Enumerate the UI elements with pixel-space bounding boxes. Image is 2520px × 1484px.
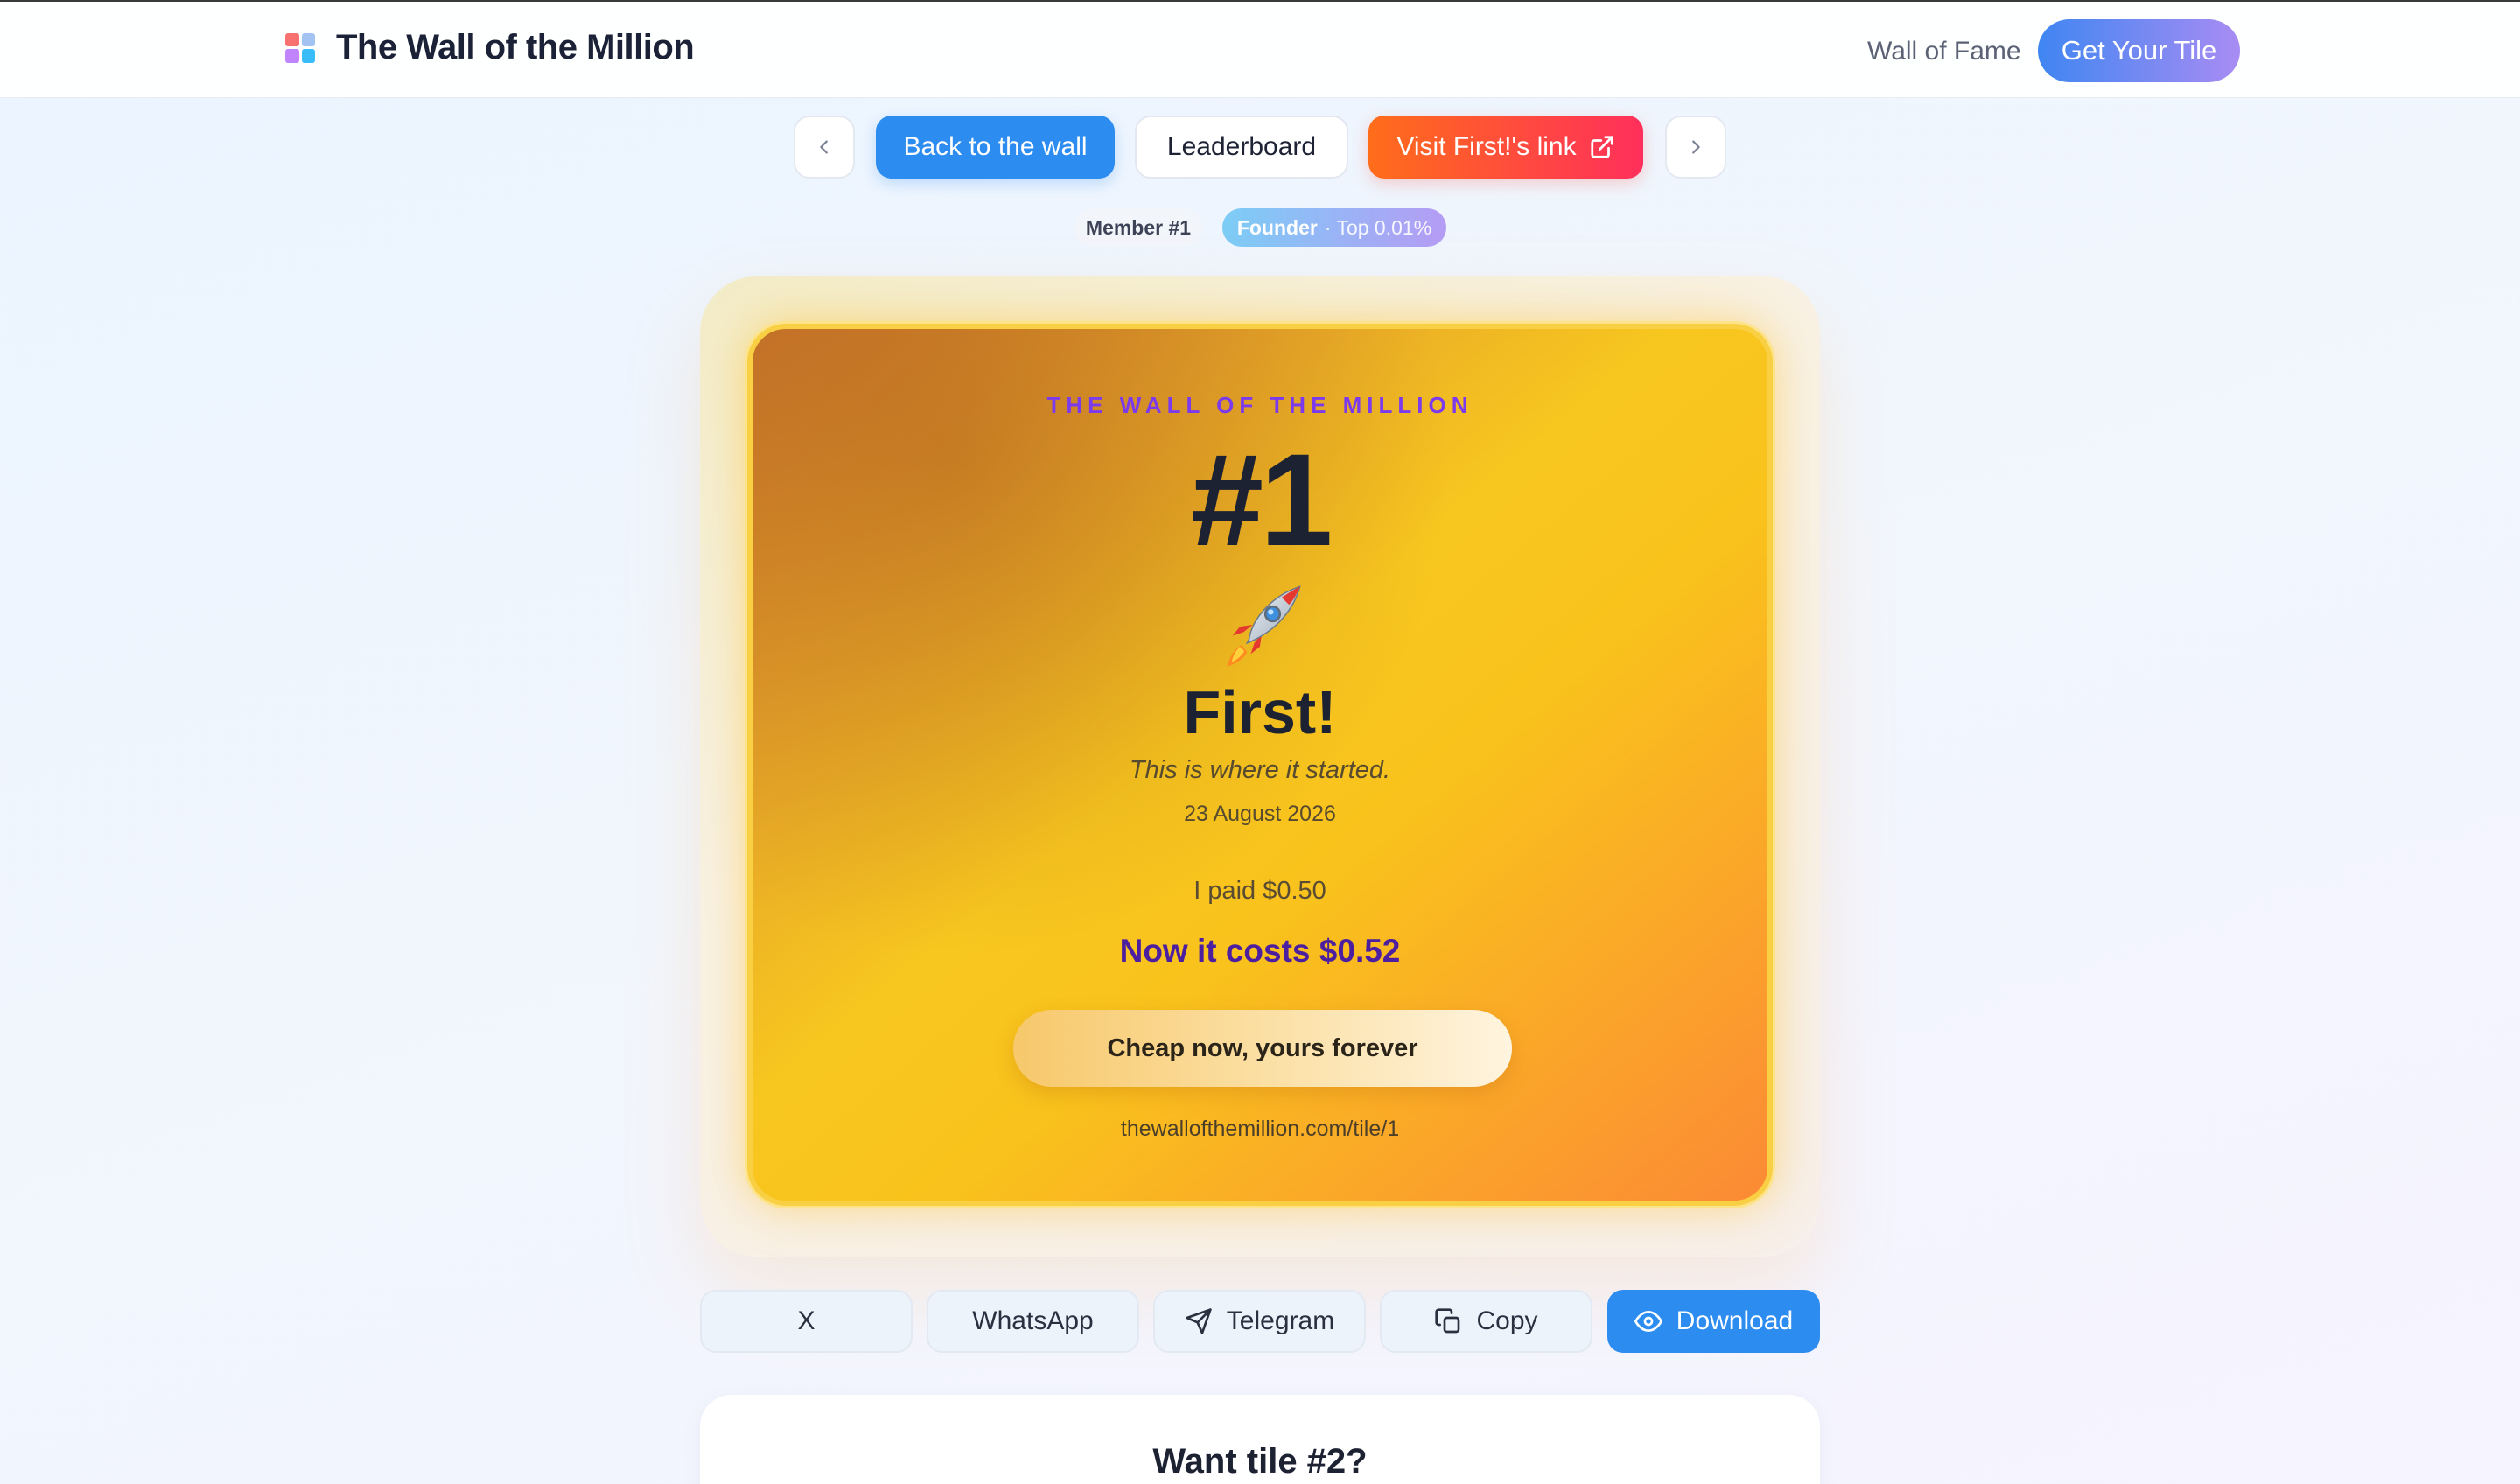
wall-of-fame-link[interactable]: Wall of Fame (1867, 37, 2021, 66)
share-telegram-button[interactable]: Telegram (1153, 1290, 1366, 1353)
download-label: Download (1676, 1306, 1794, 1335)
share-whatsapp-button[interactable]: WhatsApp (927, 1290, 1139, 1353)
back-to-wall-button[interactable]: Back to the wall (876, 116, 1115, 178)
get-your-tile-button[interactable]: Get Your Tile (2038, 19, 2240, 82)
rocket-icon (1227, 585, 1301, 667)
tile-date: 23 August 2026 (1184, 802, 1336, 826)
share-whatsapp-label: WhatsApp (972, 1306, 1094, 1335)
logo-icon (285, 32, 315, 63)
tile-paid-price: I paid $0.50 (1194, 877, 1326, 905)
next-tile-promo: Want tile #2? (700, 1395, 1820, 1484)
tile-tagline: This is where it started. (1129, 756, 1391, 784)
promo-title: Want tile #2? (1152, 1442, 1368, 1480)
tile-number: #1 (1190, 426, 1334, 573)
top-navigation-bar: The Wall of the Million Wall of Fame Get… (0, 0, 2520, 98)
eye-icon (1634, 1311, 1662, 1332)
founder-rank: · Top 0.01% (1324, 215, 1432, 239)
chevron-right-icon (1692, 140, 1700, 154)
leaderboard-button[interactable]: Leaderboard (1135, 116, 1348, 178)
buy-tile-button[interactable]: Cheap now, yours forever (1013, 1010, 1512, 1087)
chevron-left-icon (820, 140, 828, 154)
visit-link-button[interactable]: Visit First!'s link (1368, 116, 1643, 178)
copy-link-button[interactable]: Copy (1380, 1290, 1592, 1353)
previous-tile-button[interactable] (794, 116, 855, 178)
share-x-button[interactable]: X (700, 1290, 913, 1353)
share-telegram-label: Telegram (1226, 1306, 1335, 1335)
send-icon (1186, 1308, 1212, 1334)
external-link-icon (1590, 136, 1614, 158)
tile-eyebrow: THE WALL OF THE MILLION (1046, 392, 1474, 418)
brand[interactable]: The Wall of the Million (285, 28, 695, 67)
copy-icon (1435, 1308, 1460, 1334)
copy-label: Copy (1476, 1306, 1538, 1335)
tile-current-price: Now it costs $0.52 (1119, 933, 1401, 969)
visit-link-label: Visit First!'s link (1396, 132, 1577, 161)
next-tile-button[interactable] (1665, 116, 1726, 178)
site-title: The Wall of the Million (336, 28, 695, 66)
tile-url: thewallofthemillion.com/tile/1 (1120, 1116, 1400, 1141)
tile-owner-name: First! (1183, 678, 1337, 746)
tile-card: THE WALL OF THE MILLION #1 First! This i… (747, 324, 1773, 1206)
member-badge: Member #1 (1074, 208, 1202, 247)
share-x-label: X (797, 1306, 816, 1335)
founder-label: Founder (1236, 215, 1318, 239)
download-button[interactable]: Download (1607, 1290, 1820, 1353)
founder-badge: Founder · Top 0.01% (1222, 208, 1446, 247)
